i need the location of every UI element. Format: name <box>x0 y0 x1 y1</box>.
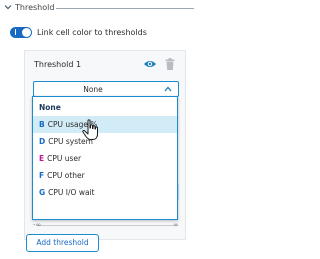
chevron-up-icon <box>164 86 172 92</box>
toggle-on-mark <box>15 29 16 35</box>
dropdown-option[interactable]: D CPU system <box>33 133 177 150</box>
select-value: None <box>83 85 103 94</box>
trash-icon[interactable] <box>165 58 175 70</box>
dropdown-option[interactable]: B CPU usage % <box>33 116 177 133</box>
toggle-knob <box>22 28 31 37</box>
section-title: Threshold <box>15 3 55 12</box>
link-color-toggle-row: Link cell color to thresholds <box>10 27 195 41</box>
metric-select[interactable]: None <box>33 81 179 97</box>
hand-pointer-icon <box>82 119 98 140</box>
range-min-label: -∞ <box>33 221 42 229</box>
chevron-down-icon <box>4 5 12 10</box>
threshold-title: Threshold 1 <box>34 60 82 69</box>
range-line <box>37 225 175 226</box>
dropdown-option[interactable]: F CPU other <box>33 167 177 184</box>
dropdown-option-none[interactable]: None <box>33 99 177 116</box>
threshold-panel: Threshold Link cell color to thresholds … <box>0 0 200 259</box>
dropdown-option[interactable]: G CPU I/O wait <box>33 184 177 201</box>
link-color-toggle[interactable] <box>10 27 32 38</box>
threshold-range: -∞ ∞ <box>33 221 179 229</box>
dropdown-option[interactable]: E CPU user <box>33 150 177 167</box>
range-max-label: ∞ <box>173 221 179 229</box>
metric-dropdown-list: None B CPU usage % D CPU system E CPU user … <box>32 96 178 220</box>
threshold-section-header[interactable]: Threshold <box>0 0 200 18</box>
add-threshold-button[interactable]: Add threshold <box>26 234 99 252</box>
toggle-label: Link cell color to thresholds <box>37 28 147 37</box>
eye-icon[interactable] <box>143 59 157 69</box>
section-divider <box>56 8 194 9</box>
